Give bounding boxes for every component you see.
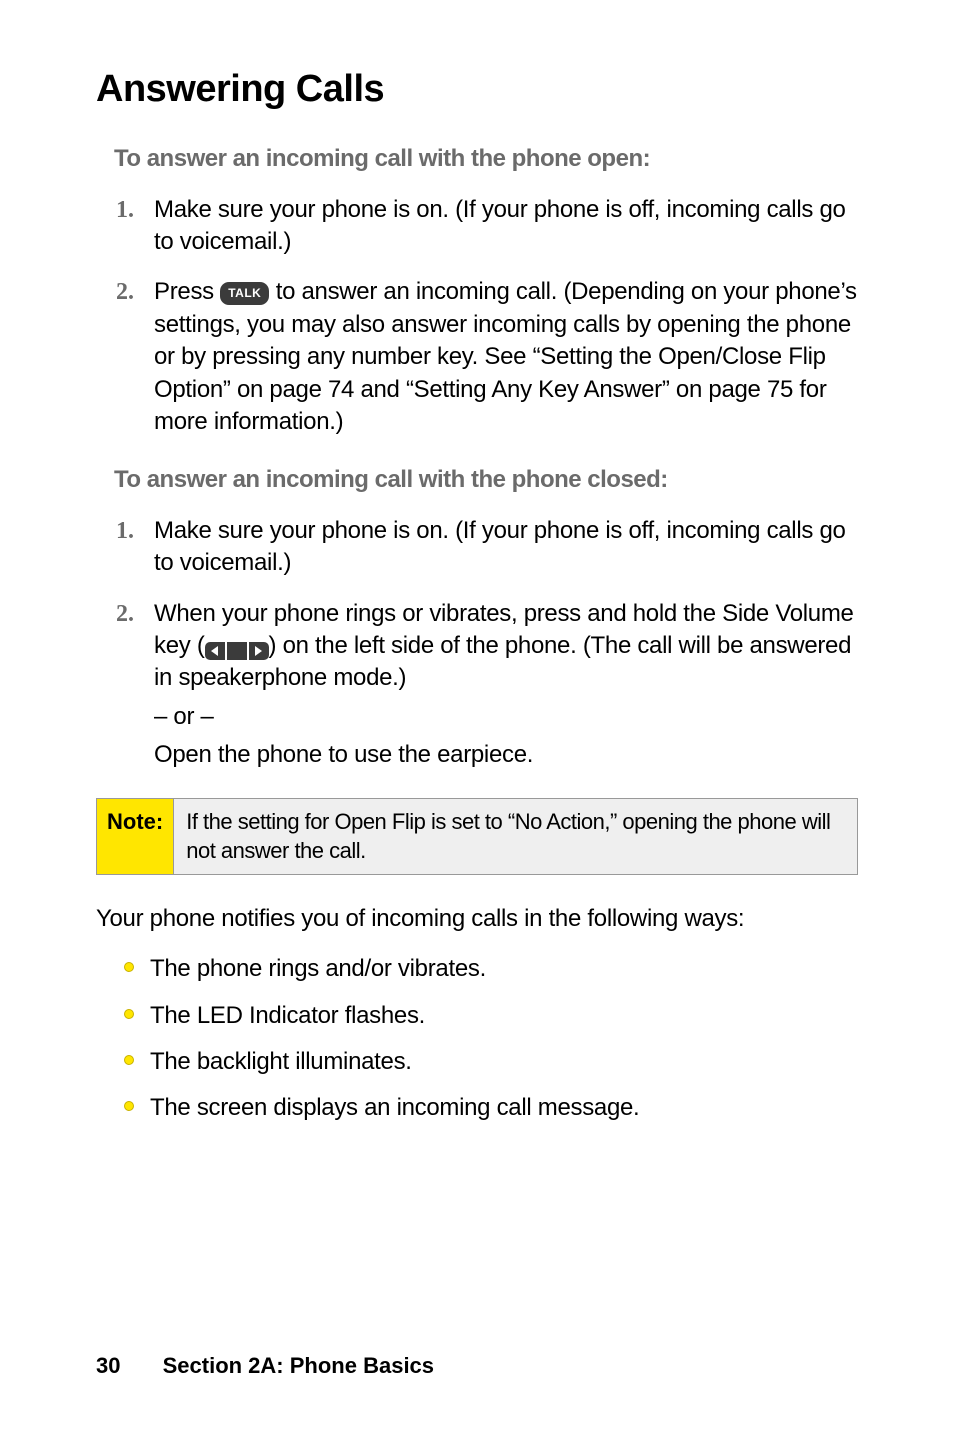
step-number: 2. [96, 276, 154, 438]
paragraph-notify: Your phone notifies you of incoming call… [96, 903, 858, 935]
bullet-icon [124, 1009, 134, 1019]
notify-bullet-list: The phone rings and/or vibrates. The LED… [124, 953, 858, 1125]
subheading-phone-closed: To answer an incoming call with the phon… [114, 464, 858, 496]
list-item: The screen displays an incoming call mes… [124, 1092, 858, 1124]
bullet-icon [124, 1101, 134, 1111]
subheading-phone-open: To answer an incoming call with the phon… [114, 143, 858, 175]
page-footer: 30 Section 2A: Phone Basics [96, 1351, 434, 1381]
step-item: 2. When your phone rings or vibrates, pr… [96, 598, 858, 772]
step-text: Make sure your phone is on. (If your pho… [154, 515, 858, 580]
steps-phone-open: 1. Make sure your phone is on. (If your … [96, 194, 858, 439]
bullet-icon [124, 1055, 134, 1065]
step-fragment: ) on the left side of the phone. (The ca… [154, 632, 851, 691]
bullet-text: The backlight illuminates. [150, 1046, 858, 1078]
steps-phone-closed: 1. Make sure your phone is on. (If your … [96, 515, 858, 772]
bullet-text: The phone rings and/or vibrates. [150, 953, 858, 985]
step-number: 2. [96, 598, 154, 772]
list-item: The LED Indicator flashes. [124, 1000, 858, 1032]
step-text: When your phone rings or vibrates, press… [154, 598, 858, 772]
step-item: 2. Press TALK to answer an incoming call… [96, 276, 858, 438]
step-fragment: Press [154, 278, 220, 305]
side-volume-key-icon [205, 642, 269, 660]
note-box: Note: If the setting for Open Flip is se… [96, 798, 858, 875]
step-text: Press TALK to answer an incoming call. (… [154, 276, 858, 438]
note-body: If the setting for Open Flip is set to “… [174, 799, 857, 874]
page-heading: Answering Calls [96, 64, 858, 115]
step-number: 1. [96, 194, 154, 259]
bullet-icon [124, 962, 134, 972]
page-number: 30 [96, 1353, 120, 1378]
bullet-text: The screen displays an incoming call mes… [150, 1092, 858, 1124]
step-item: 1. Make sure your phone is on. (If your … [96, 194, 858, 259]
bullet-text: The LED Indicator flashes. [150, 1000, 858, 1032]
section-label: Section 2A: Phone Basics [163, 1353, 434, 1378]
step-text: Make sure your phone is on. (If your pho… [154, 194, 858, 259]
step-number: 1. [96, 515, 154, 580]
talk-key-icon: TALK [220, 282, 269, 304]
step-fragment: Open the phone to use the earpiece. [154, 741, 533, 768]
or-separator: – or – [154, 701, 858, 733]
list-item: The phone rings and/or vibrates. [124, 953, 858, 985]
step-item: 1. Make sure your phone is on. (If your … [96, 515, 858, 580]
list-item: The backlight illuminates. [124, 1046, 858, 1078]
note-label: Note: [97, 799, 174, 874]
